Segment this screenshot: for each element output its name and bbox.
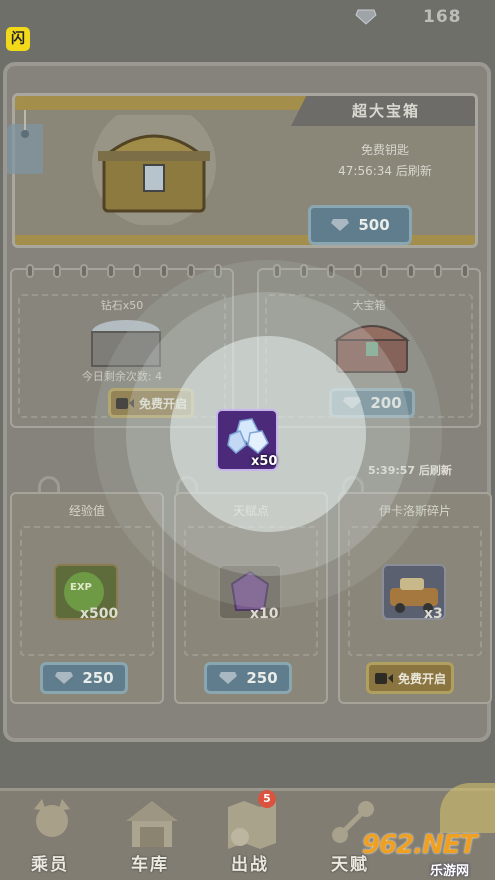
- watermark-name: 乐游网: [430, 864, 470, 879]
- nav-crew[interactable]: 乘员: [0, 791, 100, 880]
- ring: [434, 264, 443, 278]
- gem-count: 168: [423, 7, 462, 27]
- reward-qty: x50: [251, 454, 278, 469]
- exp-price: 250: [82, 669, 114, 687]
- ring: [79, 264, 88, 278]
- ring: [160, 264, 169, 278]
- garage-icon: [126, 801, 178, 847]
- icarus-fragment-qty: x3: [424, 606, 443, 622]
- talent-point-qty: x10: [250, 606, 279, 622]
- talent-point-buy-button[interactable]: 250: [204, 662, 292, 694]
- nav-battle-label: 出战: [231, 855, 269, 875]
- icarus-free-open-button[interactable]: 免费开启: [366, 662, 454, 694]
- diamond-cluster-icon: [227, 418, 269, 455]
- diamond-icon: [219, 672, 238, 684]
- reward-diamond-card[interactable]: x50: [216, 409, 278, 471]
- watermark-domain: 962.NET: [362, 830, 477, 860]
- crew-icon: [34, 799, 70, 837]
- diamond-icon: [331, 219, 350, 231]
- gem-counter: 168: [355, 6, 462, 28]
- ring: [460, 264, 469, 278]
- ring: [106, 264, 115, 278]
- nav-garage-label: 车库: [131, 855, 169, 875]
- ring: [353, 264, 362, 278]
- super-chest-buy-button[interactable]: 500: [308, 205, 412, 245]
- watermark-logo: 962.NET 乐游网: [362, 830, 495, 880]
- video-camera-icon: [374, 672, 393, 684]
- watermark-backdrop: [440, 783, 495, 833]
- super-chest-title: 超大宝箱: [291, 96, 475, 126]
- icarus-free-open-label: 免费开启: [397, 671, 446, 686]
- app-badge[interactable]: 闪: [6, 27, 30, 51]
- diamond-icon: [355, 9, 377, 25]
- price-tag-icon: [7, 110, 43, 174]
- ring: [380, 264, 389, 278]
- battle-notification-badge: 5: [258, 790, 276, 808]
- free-key-label: 免费钥匙: [360, 143, 409, 157]
- top-bar: 闪 168: [0, 0, 495, 60]
- ring: [133, 264, 142, 278]
- ring: [407, 264, 416, 278]
- nav-crew-label: 乘员: [31, 855, 69, 875]
- super-chest-icon: [92, 115, 216, 225]
- ring: [52, 264, 61, 278]
- diamond-icon: [55, 672, 74, 684]
- nav-battle[interactable]: 出战: [200, 791, 300, 880]
- ring: [26, 264, 34, 278]
- exp-buy-button[interactable]: 250: [40, 662, 128, 694]
- super-chest-price: 500: [358, 216, 390, 234]
- talent-point-price: 250: [246, 669, 278, 687]
- nav-garage[interactable]: 车库: [100, 791, 200, 880]
- svg-text:EXP: EXP: [70, 582, 92, 593]
- exp-qty: x500: [80, 606, 119, 622]
- super-chest-timer: 47:56:34 后刷新: [338, 164, 432, 178]
